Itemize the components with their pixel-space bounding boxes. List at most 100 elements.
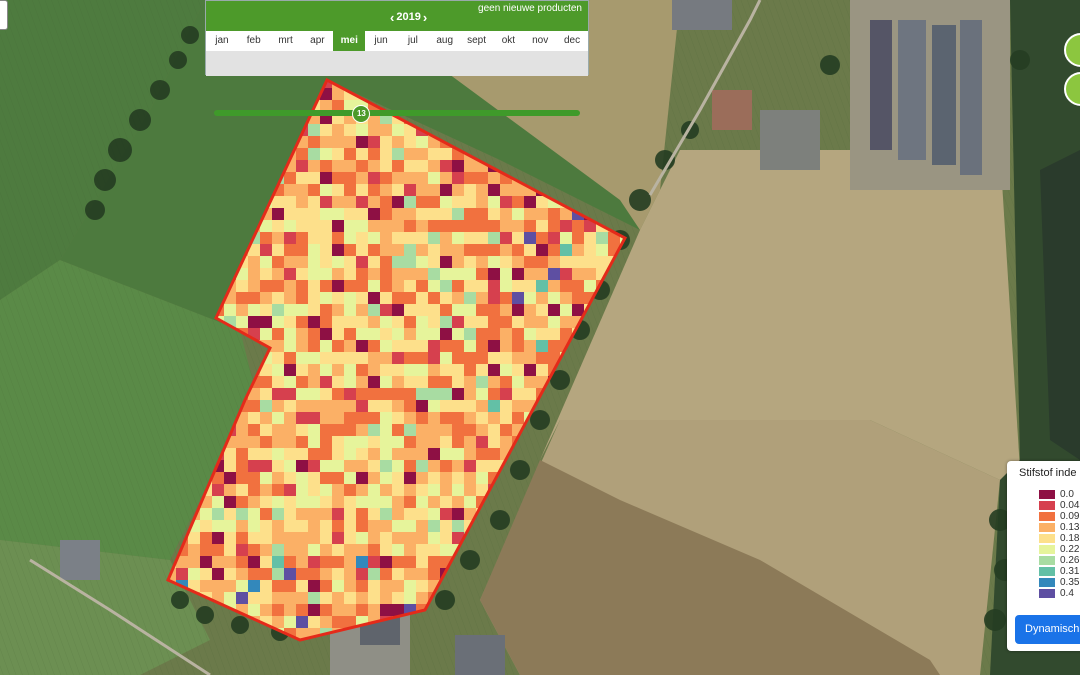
heatmap-cell xyxy=(260,580,272,592)
heatmap-cell xyxy=(524,280,536,292)
heatmap-cell xyxy=(248,304,260,316)
heatmap-cell xyxy=(440,352,452,364)
heatmap-cell xyxy=(308,532,320,544)
month-feb[interactable]: feb xyxy=(238,31,270,51)
heatmap-cell xyxy=(560,244,572,256)
heatmap-cell xyxy=(452,208,464,220)
heatmap-cell xyxy=(320,244,332,256)
heatmap-cell xyxy=(440,412,452,424)
heatmap-cell xyxy=(332,532,344,544)
heatmap-cell xyxy=(356,520,368,532)
heatmap-cell xyxy=(272,520,284,532)
heatmap-cell xyxy=(380,448,392,460)
heatmap-cell xyxy=(332,196,344,208)
heatmap-cell xyxy=(428,196,440,208)
heatmap-cell xyxy=(428,304,440,316)
heatmap-cell xyxy=(356,268,368,280)
heatmap-cell xyxy=(332,340,344,352)
heatmap-cell xyxy=(332,424,344,436)
heatmap-cell xyxy=(296,196,308,208)
heatmap-cell xyxy=(488,208,500,220)
month-jul[interactable]: jul xyxy=(397,31,429,51)
dynamic-button[interactable]: Dynamisch xyxy=(1015,615,1080,644)
heatmap-cell xyxy=(284,424,296,436)
legend-label: 0.26 xyxy=(1060,554,1080,566)
heatmap-cell xyxy=(428,160,440,172)
heatmap-cell xyxy=(428,448,440,460)
heatmap-cell xyxy=(344,412,356,424)
heatmap-cell xyxy=(200,568,212,580)
heatmap-cell xyxy=(476,412,488,424)
month-apr[interactable]: apr xyxy=(301,31,333,51)
heatmap-cell xyxy=(332,412,344,424)
month-jun[interactable]: jun xyxy=(365,31,397,51)
heatmap-cell xyxy=(284,244,296,256)
year-label: 2019 xyxy=(396,11,421,23)
heatmap-cell xyxy=(476,388,488,400)
heatmap-cell xyxy=(320,556,332,568)
chevron-left-icon[interactable]: ‹ xyxy=(390,11,394,24)
heatmap-cell xyxy=(416,568,428,580)
heatmap-cell xyxy=(368,244,380,256)
month-nov[interactable]: nov xyxy=(524,31,556,51)
month-mei[interactable]: mei xyxy=(333,31,366,51)
heatmap-cell xyxy=(440,184,452,196)
heatmap-cell xyxy=(260,556,272,568)
heatmap-cell xyxy=(284,508,296,520)
month-aug[interactable]: aug xyxy=(429,31,461,51)
month-dec[interactable]: dec xyxy=(556,31,588,51)
heatmap-cell xyxy=(560,316,572,328)
slider-track[interactable]: 13 xyxy=(214,105,580,123)
heatmap-cell xyxy=(536,316,548,328)
heatmap-cell xyxy=(284,220,296,232)
month-okt[interactable]: okt xyxy=(492,31,524,51)
heatmap-cell xyxy=(224,496,236,508)
heatmap-cell xyxy=(320,532,332,544)
month-jan[interactable]: jan xyxy=(206,31,238,51)
heatmap-cell xyxy=(428,520,440,532)
heatmap-cell xyxy=(392,124,404,136)
heatmap-cell xyxy=(272,568,284,580)
month-sept[interactable]: sept xyxy=(461,31,493,51)
heatmap-cell xyxy=(320,280,332,292)
chevron-right-icon[interactable]: › xyxy=(423,11,427,24)
heatmap-cell xyxy=(380,400,392,412)
heatmap-cell xyxy=(452,160,464,172)
heatmap-cell xyxy=(212,484,224,496)
heatmap-cell xyxy=(320,340,332,352)
heatmap-cell xyxy=(452,280,464,292)
heatmap-cell xyxy=(308,580,320,592)
heatmap-cell xyxy=(476,280,488,292)
heatmap-cell xyxy=(416,496,428,508)
heatmap-cell xyxy=(452,244,464,256)
heatmap-cell xyxy=(524,244,536,256)
heatmap-cell xyxy=(224,484,236,496)
heatmap-cell xyxy=(308,244,320,256)
heatmap-cell xyxy=(572,304,584,316)
heatmap-cell xyxy=(500,292,512,304)
heatmap-cell xyxy=(464,268,476,280)
heatmap-cell xyxy=(476,340,488,352)
heatmap-cell xyxy=(548,280,560,292)
heatmap-cell xyxy=(260,244,272,256)
legend-swatch xyxy=(1039,566,1055,576)
month-mrt[interactable]: mrt xyxy=(270,31,302,51)
heatmap-cell xyxy=(272,352,284,364)
heatmap-cell xyxy=(296,244,308,256)
heatmap-cell xyxy=(404,352,416,364)
map-control-edge[interactable] xyxy=(0,0,8,30)
heatmap-cell xyxy=(488,172,500,184)
heatmap-cell xyxy=(512,412,524,424)
heatmap-cell xyxy=(296,472,308,484)
aerial-map[interactable] xyxy=(0,0,1080,675)
heatmap-cell xyxy=(260,328,272,340)
heatmap-cell xyxy=(356,508,368,520)
heatmap-cell xyxy=(284,388,296,400)
heatmap-cell xyxy=(512,268,524,280)
heatmap-cell xyxy=(452,508,464,520)
heatmap-cell xyxy=(500,280,512,292)
heatmap-cell xyxy=(404,232,416,244)
heatmap-cell xyxy=(416,232,428,244)
heatmap-cell xyxy=(488,412,500,424)
heatmap-cell xyxy=(428,316,440,328)
